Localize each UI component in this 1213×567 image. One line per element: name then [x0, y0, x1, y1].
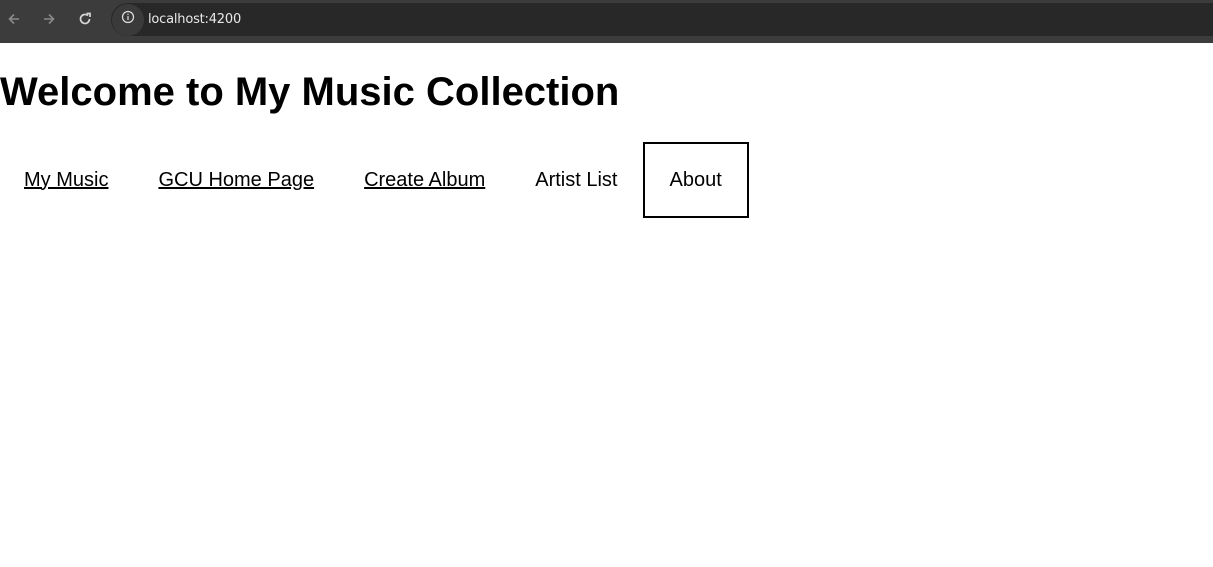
- nav-item-label[interactable]: Create Album: [364, 169, 485, 192]
- nav-item-label[interactable]: Artist List: [535, 169, 617, 192]
- nav-item-label[interactable]: About: [670, 169, 722, 192]
- site-info-button[interactable]: [112, 3, 144, 36]
- nav-item-label[interactable]: GCU Home Page: [158, 169, 314, 192]
- arrow-right-icon: [41, 11, 57, 32]
- back-button[interactable]: [2, 9, 26, 33]
- address-bar[interactable]: localhost:4200: [111, 3, 1213, 36]
- forward-button[interactable]: [37, 9, 61, 33]
- arrow-left-icon: [6, 11, 22, 32]
- nav-item-label[interactable]: My Music: [24, 169, 108, 192]
- reload-icon: [77, 11, 93, 32]
- nav-item-about[interactable]: About: [642, 142, 749, 218]
- reload-button[interactable]: [73, 9, 97, 33]
- browser-toolbar: localhost:4200: [0, 0, 1213, 43]
- nav-item-artist-list[interactable]: Artist List: [510, 142, 642, 218]
- page-title: Welcome to My Music Collection: [0, 70, 620, 114]
- main-nav: My Music GCU Home Page Create Album Arti…: [0, 142, 749, 218]
- nav-item-gcu-home-page[interactable]: GCU Home Page: [133, 142, 339, 218]
- nav-item-create-album[interactable]: Create Album: [339, 142, 510, 218]
- url-text[interactable]: localhost:4200: [148, 12, 241, 27]
- info-icon: [121, 10, 135, 29]
- nav-item-my-music[interactable]: My Music: [0, 142, 133, 218]
